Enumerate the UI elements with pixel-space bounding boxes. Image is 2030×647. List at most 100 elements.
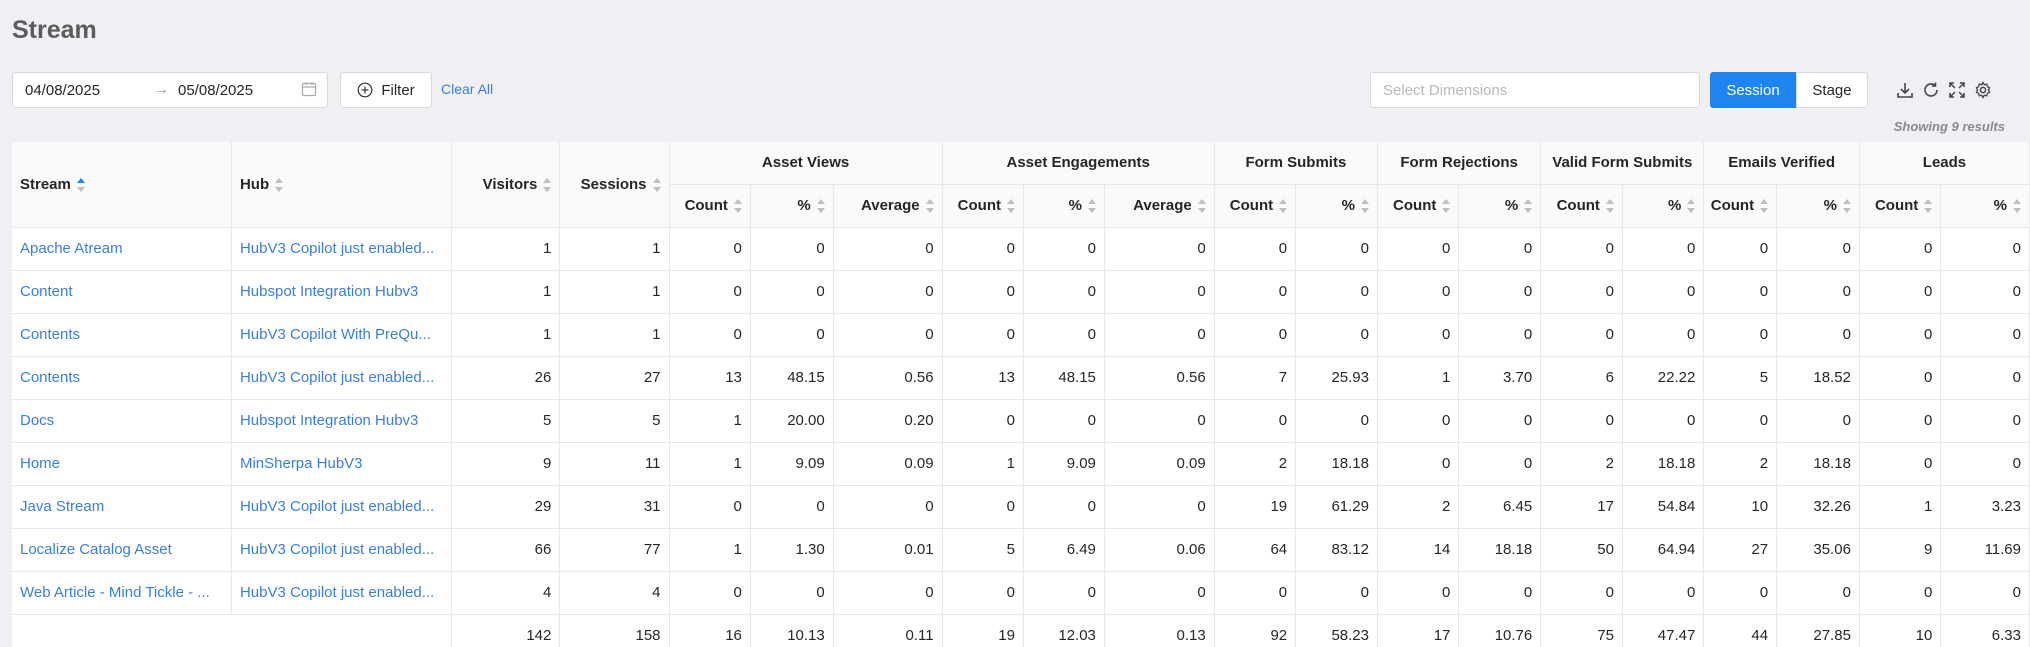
sort-icon[interactable]	[816, 199, 825, 214]
hub-link[interactable]: Hubspot Integration Hubv3	[231, 270, 452, 314]
column-subheader[interactable]: Average	[833, 184, 943, 228]
sort-icon[interactable]	[1442, 199, 1451, 214]
calendar-icon[interactable]	[301, 81, 317, 97]
column-subheader-label: %	[1068, 197, 1082, 214]
hub-link[interactable]: HubV3 Copilot just enabled...	[231, 485, 452, 529]
sort-icon[interactable]	[1087, 199, 1096, 214]
table-cell: 0	[1540, 270, 1623, 314]
column-group-header: Emails Verified	[1703, 142, 1860, 185]
total-cell: 12.03	[1023, 614, 1105, 647]
sort-icon[interactable]	[1924, 199, 1933, 214]
column-subheader[interactable]: %	[1622, 184, 1705, 228]
table-row: Localize Catalog Asset HubV3 Copilot just…	[12, 528, 2030, 572]
table-cell: 22.22	[1622, 356, 1705, 400]
column-subheader[interactable]: %	[1776, 184, 1860, 228]
table-cell: 0	[1622, 227, 1705, 271]
table-cell: 0	[1023, 270, 1105, 314]
sort-icon[interactable]	[1605, 199, 1614, 214]
hub-link[interactable]: HubV3 Copilot just enabled...	[231, 227, 452, 271]
column-group-header: Leads	[1859, 142, 2030, 185]
sort-icon[interactable]	[2013, 199, 2021, 214]
column-subheader[interactable]: Count	[1703, 184, 1778, 228]
stream-link[interactable]: Localize Catalog Asset	[12, 528, 232, 572]
table-row: Content Hubspot Integration Hubv3 1 1 0 0 0 0 0 0…	[12, 270, 2030, 314]
table-cell: 3.70	[1458, 356, 1542, 400]
column-header-visitors[interactable]: Visitors	[451, 142, 561, 228]
stream-link[interactable]: Apache Atream	[12, 227, 232, 271]
column-subheader[interactable]: %	[1940, 184, 2030, 228]
column-header-stream[interactable]: Stream	[12, 142, 232, 228]
filter-button[interactable]: Filter	[340, 72, 432, 108]
stream-link[interactable]: Content	[12, 270, 232, 314]
select-dimensions-input[interactable]: Select Dimensions	[1370, 72, 1700, 108]
sort-icon[interactable]	[76, 177, 85, 192]
column-subheader[interactable]: Count	[1540, 184, 1623, 228]
sort-icon[interactable]	[543, 177, 552, 192]
table-cell: 61.29	[1295, 485, 1378, 529]
stream-link[interactable]: Contents	[12, 313, 232, 357]
sort-icon[interactable]	[925, 199, 934, 214]
date-start-input[interactable]: 04/08/2025	[25, 82, 100, 99]
column-header-hub[interactable]: Hub	[231, 142, 452, 228]
hub-link[interactable]: HubV3 Copilot With PreQu...	[231, 313, 452, 357]
table-cell: 64.94	[1622, 528, 1705, 572]
sort-icon[interactable]	[733, 199, 742, 214]
hub-link[interactable]: MinSherpa HubV3	[231, 442, 452, 486]
sort-icon[interactable]	[652, 177, 661, 192]
table-cell: 0.56	[1104, 356, 1215, 400]
table-cell: 0	[1940, 356, 2030, 400]
hub-link[interactable]: HubV3 Copilot just enabled...	[231, 571, 452, 615]
hub-link[interactable]: HubV3 Copilot just enabled...	[231, 356, 452, 400]
table-cell: 2	[1703, 442, 1778, 486]
table-cell: 0	[1703, 313, 1778, 357]
column-subheader[interactable]: Count	[1377, 184, 1460, 228]
column-subheader[interactable]: %	[750, 184, 834, 228]
hub-link[interactable]: HubV3 Copilot just enabled...	[231, 528, 452, 572]
stage-toggle-button[interactable]: Stage	[1796, 72, 1868, 108]
table-cell: 6.45	[1458, 485, 1542, 529]
filter-button-label: Filter	[381, 81, 415, 99]
refresh-icon[interactable]	[1922, 81, 1940, 99]
clear-all-link[interactable]: Clear All	[441, 81, 493, 97]
date-end-input[interactable]: 05/08/2025	[178, 82, 253, 99]
sort-icon[interactable]	[1006, 199, 1015, 214]
fullscreen-icon[interactable]	[1948, 81, 1966, 99]
stream-link[interactable]: Home	[12, 442, 232, 486]
settings-icon[interactable]	[1974, 81, 1992, 99]
stream-link[interactable]: Docs	[12, 399, 232, 443]
session-toggle-button[interactable]: Session	[1710, 72, 1796, 108]
date-range-picker[interactable]: 04/08/2025 → 05/08/2025	[12, 72, 328, 108]
column-subheader[interactable]: %	[1023, 184, 1105, 228]
total-cell: 92	[1214, 614, 1297, 647]
column-subheader[interactable]: Count	[669, 184, 751, 228]
column-subheader[interactable]: Average	[1104, 184, 1215, 228]
sort-icon[interactable]	[1760, 199, 1769, 214]
hub-link[interactable]: Hubspot Integration Hubv3	[231, 399, 452, 443]
column-header-sessions[interactable]: Sessions	[559, 142, 670, 228]
column-subheader[interactable]: %	[1458, 184, 1542, 228]
stream-link[interactable]: Web Article - Mind Tickle - ...	[12, 571, 232, 615]
sort-icon[interactable]	[1279, 199, 1288, 214]
table-cell: 0	[1295, 313, 1378, 357]
column-subheader[interactable]: Count	[1859, 184, 1942, 228]
sort-icon[interactable]	[1687, 199, 1696, 214]
table-cell: 0	[750, 270, 834, 314]
download-icon[interactable]	[1896, 81, 1914, 99]
sort-icon[interactable]	[1524, 199, 1533, 214]
table-cell: 20.00	[750, 399, 834, 443]
stream-link[interactable]: Contents	[12, 356, 232, 400]
table-cell: 0	[1703, 227, 1778, 271]
sort-icon[interactable]	[1361, 199, 1369, 214]
sort-icon[interactable]	[1842, 199, 1851, 214]
table-cell: 5	[942, 528, 1024, 572]
stream-link[interactable]: Java Stream	[12, 485, 232, 529]
sort-icon[interactable]	[1197, 199, 1206, 214]
table-cell: 9	[451, 442, 561, 486]
table-cell: 0	[1377, 313, 1460, 357]
column-group-header: Form Rejections	[1377, 142, 1542, 185]
column-subheader[interactable]: %	[1295, 184, 1378, 228]
table-cell: 0	[1540, 227, 1623, 271]
column-subheader[interactable]: Count	[1214, 184, 1297, 228]
column-subheader[interactable]: Count	[942, 184, 1024, 228]
sort-icon[interactable]	[275, 177, 284, 192]
